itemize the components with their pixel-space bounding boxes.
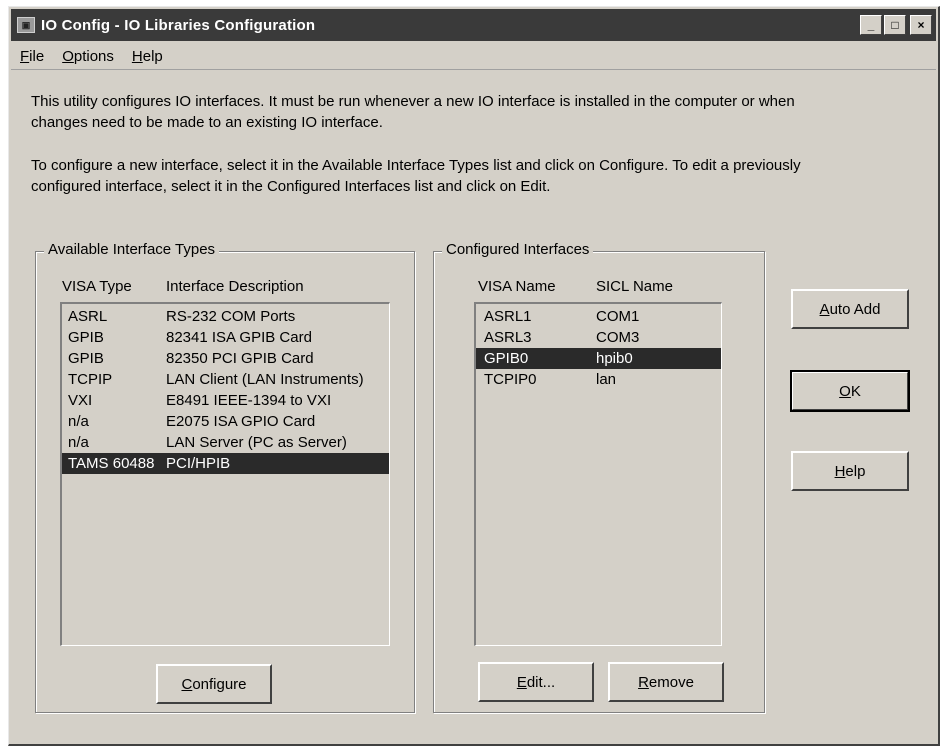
interface-description-column-header: Interface Description	[166, 278, 304, 295]
instructions-paragraph: To configure a new interface, select it …	[31, 155, 911, 197]
minimize-icon: _	[867, 18, 875, 32]
interface-description-cell: E8491 IEEE-1394 to VXI	[166, 392, 332, 409]
sicl-name-cell: hpib0	[596, 350, 633, 367]
visa-name-cell: GPIB0	[484, 350, 529, 367]
available-interface-types-group: Available Interface Types VISA Type Inte…	[35, 241, 415, 713]
interface-description-cell: 82350 PCI GPIB Card	[166, 350, 314, 367]
interface-description-cell: RS-232 COM Ports	[166, 308, 296, 325]
interface-description-cell: LAN Server (PC as Server)	[166, 434, 347, 451]
available-interface-row[interactable]: VXI E8491 IEEE-1394 to VXI	[62, 390, 389, 411]
visa-type-cell: TCPIP	[68, 371, 113, 388]
help-button[interactable]: Help	[791, 451, 909, 491]
instructions-line-1: To configure a new interface, select it …	[31, 157, 801, 174]
visa-type-column-header: VISA Type	[62, 278, 132, 295]
edit-button[interactable]: Edit...	[478, 662, 594, 702]
visa-type-cell: ASRL	[68, 308, 108, 325]
interface-description-cell: 82341 ISA GPIB Card	[166, 329, 312, 346]
ok-button[interactable]: OK	[790, 370, 910, 412]
available-interface-row[interactable]: TAMS 60488 PCI/HPIB	[62, 453, 389, 474]
intro-line-1: This utility configures IO interfaces. I…	[31, 93, 795, 110]
visa-type-cell: TAMS 60488	[68, 455, 155, 472]
maximize-icon: □	[891, 18, 899, 32]
available-interface-row[interactable]: ASRL RS-232 COM Ports	[62, 306, 389, 327]
configured-interfaces-group: Configured Interfaces VISA Name SICL Nam…	[433, 241, 765, 713]
io-config-app-icon[interactable]: ▣	[17, 17, 35, 33]
available-interface-row[interactable]: GPIB 82341 ISA GPIB Card	[62, 327, 389, 348]
io-config-window: ▣ IO Config - IO Libraries Configuration…	[8, 6, 940, 746]
configured-interface-row[interactable]: TCPIP0 lan	[476, 369, 721, 390]
visa-type-cell: n/a	[68, 413, 89, 430]
menu-options[interactable]: Options	[53, 48, 123, 65]
configure-button[interactable]: Configure	[156, 664, 272, 704]
sicl-name-column-header: SICL Name	[596, 278, 673, 295]
available-interface-types-label: Available Interface Types	[44, 241, 220, 258]
visa-name-cell: ASRL3	[484, 329, 532, 346]
visa-name-column-header: VISA Name	[478, 278, 556, 295]
sicl-name-cell: lan	[596, 371, 617, 388]
intro-line-2: changes need to be made to an existing I…	[31, 114, 383, 131]
configured-interface-row[interactable]: GPIB0 hpib0	[476, 348, 721, 369]
configured-interface-row[interactable]: ASRL1 COM1	[476, 306, 721, 327]
visa-type-cell: n/a	[68, 434, 89, 451]
configured-interfaces-list[interactable]: ASRL1 COM1 ASRL3 COM3 GPIB0 hpib0 TCPIP0 lan	[474, 302, 722, 646]
auto-add-button-label: Auto Add	[819, 300, 881, 318]
minimize-button[interactable]: _	[860, 15, 882, 35]
menu-file[interactable]: File	[11, 48, 53, 65]
auto-add-button[interactable]: Auto Add	[791, 289, 909, 329]
interface-description-cell: E2075 ISA GPIO Card	[166, 413, 316, 430]
visa-type-cell: GPIB	[68, 329, 104, 346]
remove-button-label: Remove	[638, 673, 694, 691]
remove-button[interactable]: Remove	[608, 662, 724, 702]
available-interface-row[interactable]: TCPIP LAN Client (LAN Instruments)	[62, 369, 389, 390]
sicl-name-cell: COM1	[596, 308, 640, 325]
edit-button-label: Edit...	[516, 673, 556, 691]
close-icon: ×	[917, 18, 925, 32]
available-interface-row[interactable]: n/a E2075 ISA GPIO Card	[62, 411, 389, 432]
menu-bar: File Options Help	[11, 43, 936, 70]
interface-description-cell: LAN Client (LAN Instruments)	[166, 371, 364, 388]
visa-name-cell: TCPIP0	[484, 371, 537, 388]
configured-interface-row[interactable]: ASRL3 COM3	[476, 327, 721, 348]
interface-description-cell: PCI/HPIB	[166, 455, 231, 472]
ok-button-label: OK	[839, 382, 861, 400]
window-title: IO Config - IO Libraries Configuration	[41, 16, 316, 34]
menu-help[interactable]: Help	[123, 48, 172, 65]
close-button[interactable]: ×	[910, 15, 932, 35]
available-interface-row[interactable]: n/a LAN Server (PC as Server)	[62, 432, 389, 453]
sicl-name-cell: COM3	[596, 329, 640, 346]
available-interface-row[interactable]: GPIB 82350 PCI GPIB Card	[62, 348, 389, 369]
available-interface-types-list[interactable]: ASRL RS-232 COM Ports GPIB 82341 ISA GPIB C…	[60, 302, 390, 646]
configure-button-label: Configure	[181, 675, 247, 693]
instructions-line-2: configured interface, select it in the C…	[31, 178, 551, 195]
intro-paragraph: This utility configures IO interfaces. I…	[31, 91, 911, 133]
visa-type-cell: VXI	[68, 392, 93, 409]
configured-interfaces-label: Configured Interfaces	[442, 241, 594, 258]
visa-name-cell: ASRL1	[484, 308, 532, 325]
maximize-button[interactable]: □	[884, 15, 906, 35]
help-button-label: Help	[834, 462, 866, 480]
title-bar[interactable]: ▣ IO Config - IO Libraries Configuration…	[11, 9, 936, 41]
visa-type-cell: GPIB	[68, 350, 104, 367]
